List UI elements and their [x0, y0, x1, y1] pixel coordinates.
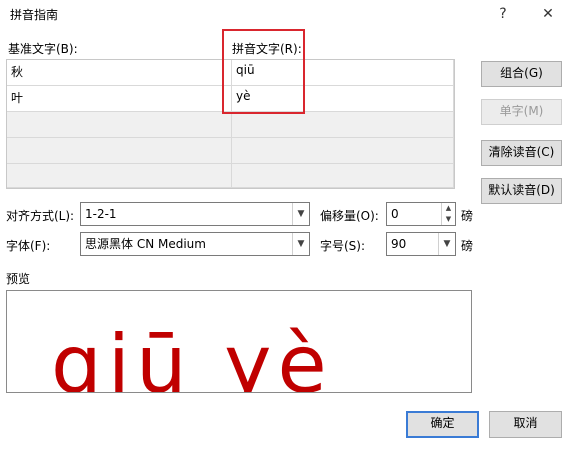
- base-cell[interactable]: [7, 138, 232, 164]
- preview-text: qiū yè: [51, 318, 333, 393]
- offset-spinner[interactable]: 0 ▲ ▼: [386, 202, 456, 226]
- preview-pane: qiū yè: [6, 290, 472, 393]
- alignment-value: 1-2-1: [85, 207, 117, 221]
- pinyin-cell[interactable]: [232, 112, 454, 138]
- pinyin-cell[interactable]: [232, 138, 454, 164]
- base-cell[interactable]: [7, 164, 232, 188]
- spin-up-icon[interactable]: ▲: [442, 203, 455, 214]
- base-cell[interactable]: [7, 112, 232, 138]
- window-title: 拼音指南: [10, 8, 59, 22]
- alignment-select[interactable]: 1-2-1 ▼: [80, 202, 310, 226]
- help-button[interactable]: ?: [492, 3, 514, 25]
- base-text-label: 基准文字(B):: [8, 42, 78, 56]
- close-button[interactable]: ✕: [537, 3, 559, 25]
- base-cell[interactable]: 叶: [7, 86, 232, 112]
- base-cell[interactable]: 秋: [7, 60, 232, 86]
- size-value: 90: [391, 237, 407, 251]
- offset-value: 0: [391, 207, 399, 221]
- single-char-button[interactable]: 单字(M): [481, 99, 562, 125]
- font-select[interactable]: 思源黑体 CN Medium ▼: [80, 232, 310, 256]
- pinyin-cell[interactable]: [232, 164, 454, 188]
- font-label: 字体(F):: [6, 239, 51, 253]
- font-value: 思源黑体 CN Medium: [85, 237, 206, 251]
- size-unit: 磅: [461, 239, 474, 253]
- clear-reading-button[interactable]: 清除读音(C): [481, 140, 562, 166]
- size-label: 字号(S):: [320, 239, 366, 253]
- highlight-box: [222, 29, 305, 114]
- ok-button[interactable]: 确定: [406, 411, 479, 438]
- alignment-label: 对齐方式(L):: [6, 209, 75, 223]
- default-reading-button[interactable]: 默认读音(D): [481, 178, 562, 204]
- chevron-down-icon[interactable]: ▼: [292, 233, 309, 255]
- chevron-down-icon[interactable]: ▼: [438, 233, 455, 255]
- chevron-down-icon[interactable]: ▼: [292, 203, 309, 225]
- offset-label: 偏移量(O):: [320, 209, 379, 223]
- size-select[interactable]: 90 ▼: [386, 232, 456, 256]
- spin-down-icon[interactable]: ▼: [442, 214, 455, 225]
- combine-button[interactable]: 组合(G): [481, 61, 562, 87]
- cancel-button[interactable]: 取消: [489, 411, 562, 438]
- preview-label: 预览: [6, 272, 31, 286]
- offset-unit: 磅: [461, 209, 474, 223]
